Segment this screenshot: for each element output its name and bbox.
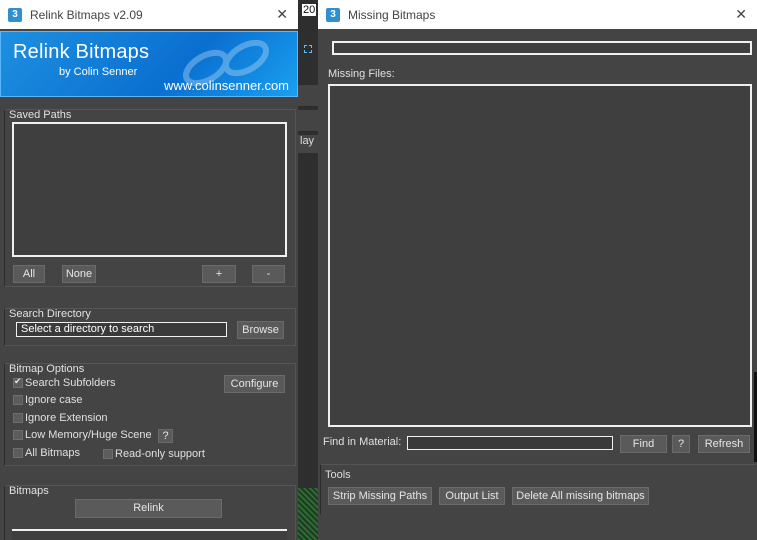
app-icon: 3 [8, 7, 22, 22]
bitmaps-progress-area [12, 529, 287, 540]
select-all-button[interactable]: All [13, 265, 45, 283]
find-in-material-input[interactable] [407, 436, 613, 450]
bitmaps-label: Bitmaps [9, 485, 49, 497]
relink-button[interactable]: Relink [75, 499, 222, 518]
all-bitmaps-checkbox[interactable] [13, 448, 23, 458]
search-directory-label: Search Directory [9, 308, 91, 320]
find-button[interactable]: Find [620, 435, 667, 453]
bitmap-options-label: Bitmap Options [9, 363, 85, 375]
relink-bitmaps-window: 3 Relink Bitmaps v2.09 ✕ Relink Bitmaps … [0, 0, 298, 540]
configure-button[interactable]: Configure [224, 375, 285, 393]
relink-titlebar: 3 Relink Bitmaps v2.09 ✕ [0, 0, 298, 29]
background-top-text: 20 [302, 4, 317, 16]
background-cell [298, 110, 318, 132]
low-memory-label: Low Memory/Huge Scene [25, 429, 152, 441]
banner-subtitle: by Colin Senner [59, 66, 138, 78]
relink-banner: Relink Bitmaps by Colin Senner www.colin… [0, 31, 298, 97]
search-directory-input[interactable]: Select a directory to search [16, 322, 227, 337]
missing-path-field[interactable] [332, 41, 752, 55]
app-icon: 3 [326, 7, 340, 22]
low-memory-checkbox[interactable] [13, 430, 23, 440]
strip-missing-paths-button[interactable]: Strip Missing Paths [328, 487, 432, 505]
output-list-button[interactable]: Output List [439, 487, 505, 505]
find-help-button[interactable]: ? [672, 435, 690, 453]
close-icon[interactable]: ✕ [276, 6, 288, 23]
background-app-strip: 20 lay [298, 0, 318, 540]
banner-url[interactable]: www.colinsenner.com [164, 78, 289, 93]
browse-button[interactable]: Browse [237, 321, 284, 339]
select-none-button[interactable]: None [62, 265, 96, 283]
add-path-button[interactable]: + [202, 265, 236, 283]
background-viewport-texture [298, 488, 318, 540]
missing-bitmaps-window: 3 Missing Bitmaps ✕ Missing Files: Find … [318, 0, 757, 540]
find-in-material-label: Find in Material: [323, 436, 402, 448]
missing-titlebar: 3 Missing Bitmaps ✕ [318, 0, 757, 29]
readonly-support-checkbox[interactable] [103, 449, 113, 459]
search-subfolders-label: Search Subfolders [25, 377, 116, 389]
saved-paths-label: Saved Paths [9, 109, 72, 121]
close-icon[interactable]: ✕ [735, 6, 747, 23]
readonly-support-label: Read-only support [115, 448, 205, 460]
all-bitmaps-label: All Bitmaps [25, 447, 81, 459]
ignore-case-label: Ignore case [25, 394, 83, 406]
ignore-case-checkbox[interactable] [13, 395, 23, 405]
remove-path-button[interactable]: - [252, 265, 285, 283]
saved-paths-list[interactable] [12, 122, 287, 257]
ignore-extension-label: Ignore Extension [25, 412, 108, 424]
tools-label: Tools [325, 469, 351, 481]
missing-window-title: Missing Bitmaps [348, 7, 436, 22]
missing-files-list[interactable] [328, 84, 752, 427]
background-cell [298, 85, 318, 107]
search-subfolders-checkbox[interactable] [13, 376, 23, 388]
low-memory-help-button[interactable]: ? [158, 429, 173, 443]
banner-title: Relink Bitmaps [13, 41, 150, 63]
missing-files-label: Missing Files: [328, 68, 395, 80]
relink-window-title: Relink Bitmaps v2.09 [30, 7, 143, 22]
background-selection-marker [304, 45, 312, 53]
refresh-button[interactable]: Refresh [698, 435, 750, 453]
ignore-extension-checkbox[interactable] [13, 413, 23, 423]
background-tab-text: lay [298, 135, 318, 153]
delete-missing-bitmaps-button[interactable]: Delete All missing bitmaps [512, 487, 649, 505]
